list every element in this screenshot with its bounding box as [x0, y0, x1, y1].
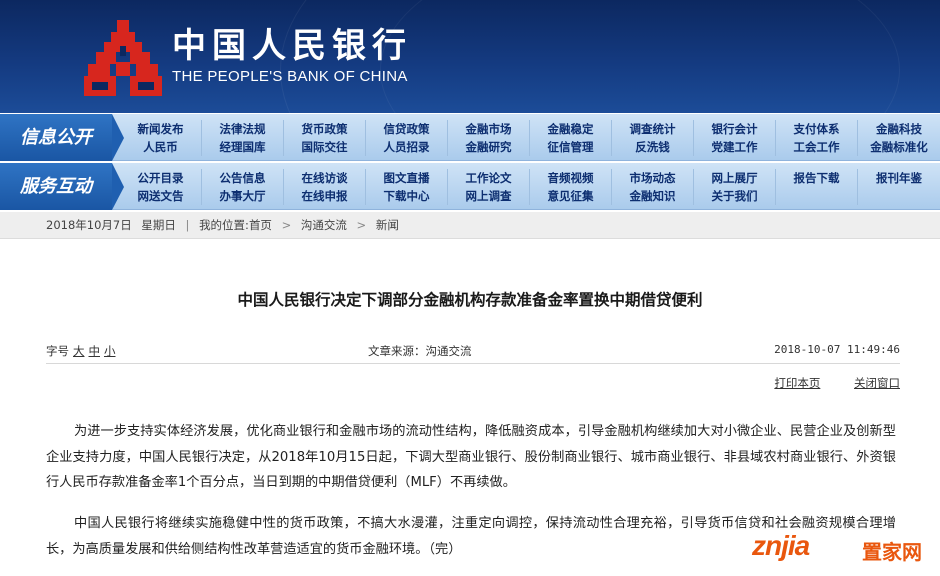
nav-link[interactable]: 人民币 [120, 138, 201, 156]
article-title: 中国人民银行决定下调部分金融机构存款准备金率置换中期借贷便利 [237, 291, 703, 309]
nav-service-columns: 公开目录 网送文告 公告信息 办事大厅 在线访谈 在线申报 图文直播 下载中心 … [120, 169, 940, 205]
nav-column: 工作论文 网上调查 [448, 169, 530, 205]
nav-info-label: 信息公开 [0, 114, 124, 161]
nav-link[interactable]: 音频视频 [530, 169, 611, 187]
nav-link[interactable]: 图文直播 [366, 169, 447, 187]
nav-column: 公开目录 网送文告 [120, 169, 202, 205]
nav-service-label: 服务互动 [0, 163, 124, 210]
nav-link[interactable]: 国际交往 [284, 138, 365, 156]
nav-link[interactable]: 金融研究 [448, 138, 529, 156]
font-size-label: 字号 [46, 344, 69, 358]
nav-column: 在线访谈 在线申报 [284, 169, 366, 205]
nav-link[interactable]: 工作论文 [448, 169, 529, 187]
nav-link[interactable]: 金融知识 [612, 187, 693, 205]
bank-name-chinese: 中国人民银行 [172, 26, 412, 66]
article-source: 文章来源：沟通交流 [368, 344, 472, 358]
header-banner: 中国人民银行 THE PEOPLE'S BANK OF CHINA [0, 0, 940, 113]
article-tools: 打印本页 关闭窗口 [744, 375, 900, 391]
nav-info-disclosure: 信息公开 新闻发布 人民币 法律法规 经理国库 货币政策 国际交往 信贷政策 人… [0, 114, 940, 161]
font-size-medium[interactable]: 中 [89, 344, 101, 358]
nav-column: 支付体系 工会工作 [776, 120, 858, 156]
nav-column: 报刊年鉴 [858, 169, 940, 205]
nav-link[interactable]: 银行会计 [694, 120, 775, 138]
nav-link[interactable]: 法律法规 [202, 120, 283, 138]
nav-link[interactable]: 信贷政策 [366, 120, 447, 138]
nav-column: 信贷政策 人员招录 [366, 120, 448, 156]
watermark-chinese: 置家网 [862, 540, 922, 564]
nav-link[interactable]: 在线访谈 [284, 169, 365, 187]
nav-link[interactable]: 报刊年鉴 [858, 169, 940, 187]
article-meta: 字号大中小 文章来源：沟通交流 2018-10-07 11:49:46 [46, 341, 900, 361]
nav-link[interactable]: 工会工作 [776, 138, 857, 156]
nav-column: 公告信息 办事大厅 [202, 169, 284, 205]
nav-link[interactable]: 办事大厅 [202, 187, 283, 205]
font-size-switcher: 字号大中小 [46, 343, 116, 359]
location-label: 我的位置: [199, 218, 249, 232]
nav-link[interactable]: 公告信息 [202, 169, 283, 187]
nav-link[interactable]: 反洗钱 [612, 138, 693, 156]
current-weekday: 星期日 [141, 218, 176, 232]
font-size-small[interactable]: 小 [104, 344, 116, 358]
nav-link[interactable]: 人员招录 [366, 138, 447, 156]
nav-link[interactable]: 支付体系 [776, 120, 857, 138]
bank-name-english: THE PEOPLE'S BANK OF CHINA [172, 68, 408, 85]
nav-link[interactable]: 公开目录 [120, 169, 201, 187]
nav-link[interactable]: 报告下载 [776, 169, 857, 187]
article-container: 中国人民银行决定下调部分金融机构存款准备金率置换中期借贷便利 字号大中小 文章来… [0, 239, 940, 576]
nav-service-interaction: 服务互动 公开目录 网送文告 公告信息 办事大厅 在线访谈 在线申报 图文直播 … [0, 163, 940, 210]
nav-column: 市场动态 金融知识 [612, 169, 694, 205]
close-window-link[interactable]: 关闭窗口 [854, 376, 900, 390]
nav-column: 金融科技 金融标准化 [858, 120, 940, 156]
nav-link[interactable]: 网上展厅 [694, 169, 775, 187]
breadcrumb-arrow-icon: > [356, 218, 367, 232]
nav-link[interactable]: 调查统计 [612, 120, 693, 138]
nav-link[interactable]: 金融市场 [448, 120, 529, 138]
nav-link[interactable]: 新闻发布 [120, 120, 201, 138]
nav-column: 新闻发布 人民币 [120, 120, 202, 156]
breadcrumb-separator: | [185, 218, 190, 232]
nav-link[interactable]: 金融稳定 [530, 120, 611, 138]
nav-link[interactable]: 意见征集 [530, 187, 611, 205]
breadcrumb-communication[interactable]: 沟通交流 [301, 218, 347, 232]
breadcrumb-arrow-icon: > [281, 218, 292, 232]
print-page-link[interactable]: 打印本页 [774, 376, 820, 390]
nav-link[interactable]: 金融科技 [858, 120, 940, 138]
font-size-large[interactable]: 大 [73, 344, 85, 358]
current-date: 2018年10月7日 [46, 218, 132, 232]
nav-link[interactable]: 关于我们 [694, 187, 775, 205]
nav-column: 音频视频 意见征集 [530, 169, 612, 205]
nav-link[interactable]: 在线申报 [284, 187, 365, 205]
nav-column: 网上展厅 关于我们 [694, 169, 776, 205]
nav-column: 金融稳定 征信管理 [530, 120, 612, 156]
breadcrumb-home[interactable]: 首页 [249, 218, 272, 232]
nav-link[interactable]: 金融标准化 [858, 138, 940, 156]
nav-link[interactable]: 网上调查 [448, 187, 529, 205]
watermark-logo: znjia 置家网 [752, 528, 938, 568]
nav-link[interactable]: 货币政策 [284, 120, 365, 138]
nav-link[interactable]: 党建工作 [694, 138, 775, 156]
nav-column: 银行会计 党建工作 [694, 120, 776, 156]
banner-decoration [380, 0, 900, 113]
nav-column: 报告下载 [776, 169, 858, 205]
breadcrumb-news[interactable]: 新闻 [376, 218, 399, 232]
nav-link[interactable]: 市场动态 [612, 169, 693, 187]
nav-link[interactable]: 下载中心 [366, 187, 447, 205]
nav-column: 调查统计 反洗钱 [612, 120, 694, 156]
nav-info-columns: 新闻发布 人民币 法律法规 经理国库 货币政策 国际交往 信贷政策 人员招录 金… [120, 120, 940, 156]
article-datetime: 2018-10-07 11:49:46 [774, 343, 900, 356]
watermark-latin: znjia [752, 530, 810, 561]
nav-column: 货币政策 国际交往 [284, 120, 366, 156]
nav-column: 金融市场 金融研究 [448, 120, 530, 156]
divider [46, 363, 900, 364]
pboc-logo-icon[interactable] [82, 18, 164, 100]
nav-column: 图文直播 下载中心 [366, 169, 448, 205]
breadcrumb: 2018年10月7日 星期日 | 我的位置:首页 > 沟通交流 > 新闻 [0, 212, 940, 239]
nav-link[interactable]: 征信管理 [530, 138, 611, 156]
nav-link[interactable]: 经理国库 [202, 138, 283, 156]
article-paragraph: 为进一步支持实体经济发展，优化商业银行和金融市场的流动性结构，降低融资成本，引导… [46, 424, 896, 490]
nav-column: 法律法规 经理国库 [202, 120, 284, 156]
nav-link[interactable]: 网送文告 [120, 187, 201, 205]
